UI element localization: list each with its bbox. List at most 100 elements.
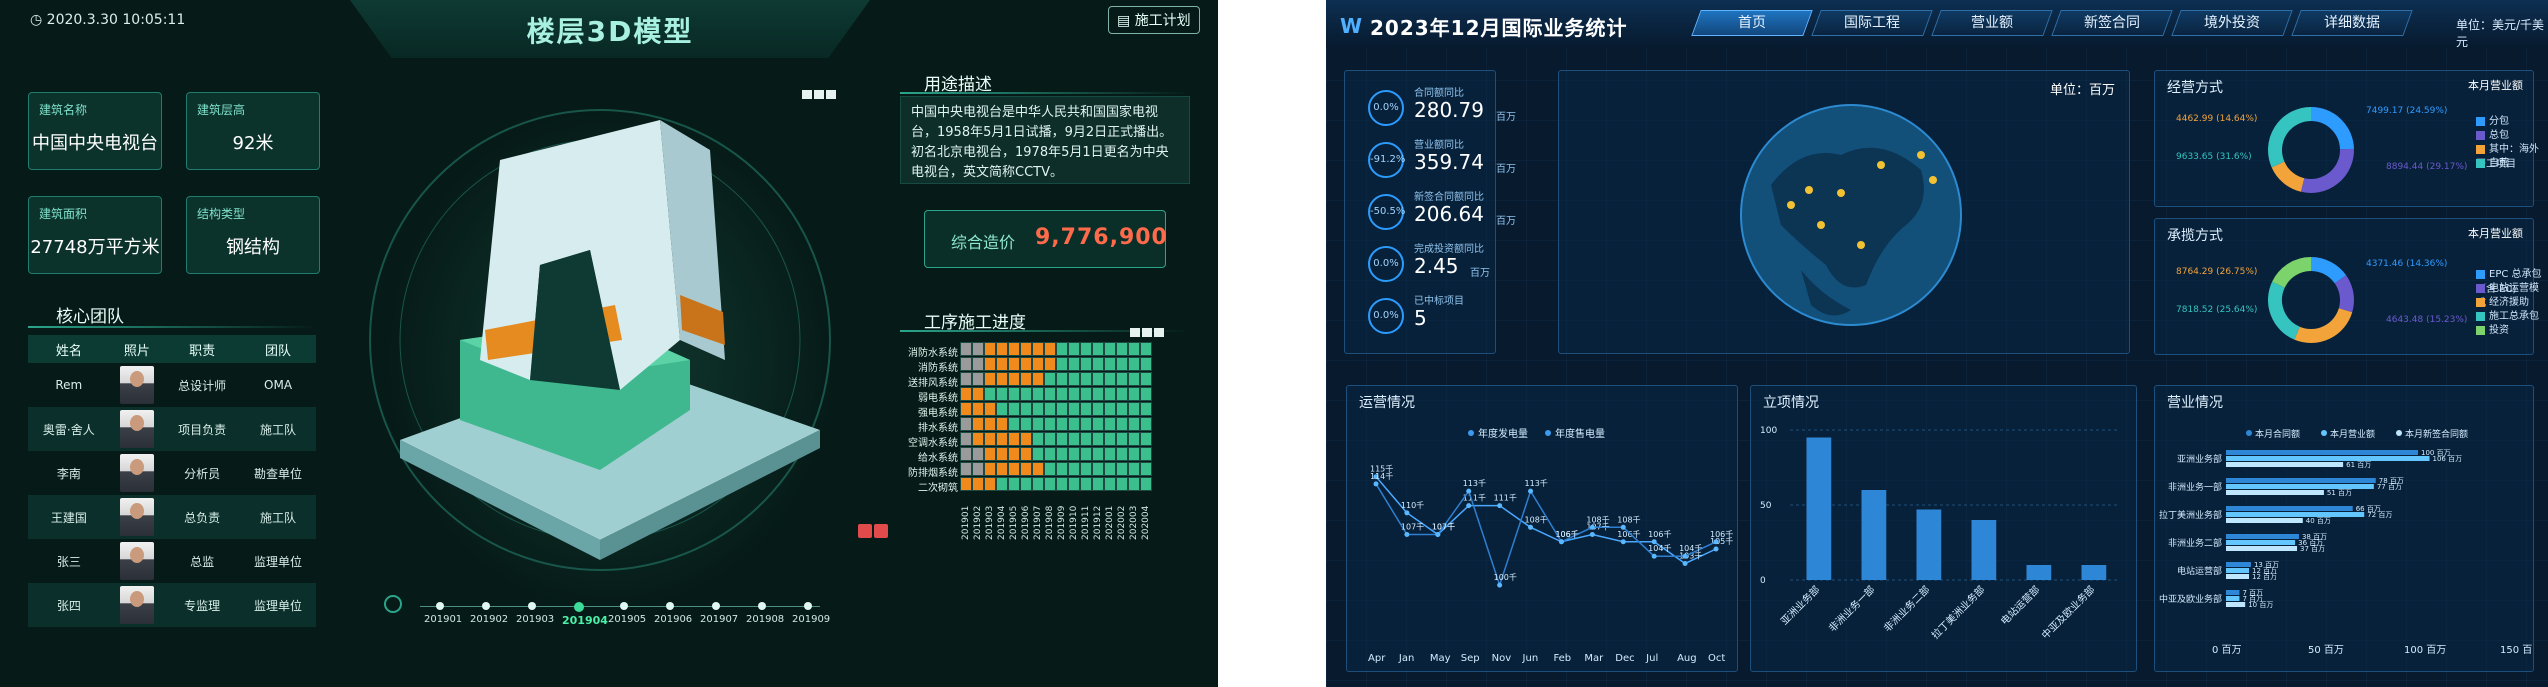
gantt-cell (996, 417, 1008, 431)
bar (2226, 490, 2324, 495)
legend-item: 总包 (2476, 126, 2509, 141)
cell-photo (110, 451, 165, 495)
gantt-cell (1092, 447, 1104, 461)
revenue-bar-chart: 本月合同额 本月营业额 本月新签合同额亚洲业务部 100 百万 106 百万 61 百万非… (2159, 428, 2532, 656)
globe-map[interactable] (1731, 95, 1971, 335)
panel-period: 本月营业额 (2468, 79, 2523, 92)
gantt-cell (960, 417, 972, 431)
nav-intl-engineering[interactable]: 国际工程 (1811, 10, 1933, 36)
panel-title: 经营方式 (2167, 80, 2223, 96)
dashboard-title: 2023年12月国际业务统计 (1370, 16, 1628, 40)
x-tick-label: Mar (1584, 653, 1604, 664)
team-title: 核心团队 (56, 307, 124, 327)
gantt-cell (1116, 387, 1128, 401)
team-divider (28, 326, 318, 328)
nav-detail-data[interactable]: 详细数据 (2291, 10, 2413, 36)
y-tick-label: 50 (1760, 501, 1772, 511)
nav-revenue[interactable]: 营业额 (1931, 10, 2053, 36)
kpi-value: 2.45 (1414, 254, 1459, 278)
kpi-label: 完成投资额同比 (1414, 244, 1484, 255)
cell-photo (109, 583, 165, 627)
gantt-cell (1140, 462, 1152, 476)
nav-new-contracts[interactable]: 新签合同 (2051, 10, 2173, 36)
gantt-cell (1008, 357, 1020, 371)
timeline-label: 201909 (792, 614, 831, 625)
plan-button[interactable]: ▤ 施工计划 (1108, 6, 1200, 34)
data-label: 113千 (1463, 478, 1486, 488)
card-label: 结构类型 (197, 207, 246, 221)
timeline-dot[interactable] (574, 602, 584, 612)
left-dashboard: 楼层3D模型 ◷ 2020.3.30 10:05:11 ▤ 施工计划 建筑名称 … (0, 0, 1218, 687)
timeline-dot[interactable] (758, 602, 766, 610)
donut-callout: 8764.29 (26.75%) (2176, 267, 2258, 277)
gantt-cell (1056, 357, 1068, 371)
gantt-cell (1020, 447, 1032, 461)
gantt-cell (1080, 447, 1092, 461)
gantt-cell (1008, 432, 1020, 446)
timeline-dot[interactable] (436, 602, 444, 610)
gantt-cell (1068, 342, 1080, 356)
timeline-dot[interactable] (620, 602, 628, 610)
legend-swatch (2476, 283, 2485, 293)
cell-team: 施工队 (240, 407, 316, 451)
gantt-cell (984, 417, 996, 431)
bar (2226, 450, 2418, 455)
timeline-dot[interactable] (712, 602, 720, 610)
gantt-row-label: 空调水系统 (908, 438, 958, 449)
gantt-cell (1044, 447, 1056, 461)
timeline-label: 201908 (746, 614, 785, 625)
kpi-ring: -91.2% (1368, 142, 1405, 178)
avatar (119, 542, 154, 580)
gantt-cell (1020, 387, 1032, 401)
card-building-area: 建筑面积 27748万平方米 (28, 196, 162, 274)
legend-swatch (2476, 269, 2485, 279)
gantt-cell (972, 357, 984, 371)
cost-label: 综合造价 (951, 233, 1016, 252)
legend-marker (1468, 430, 1474, 436)
nav-overseas-investment[interactable]: 境外投资 (2171, 10, 2293, 36)
donut-slice (2268, 281, 2301, 340)
legend-swatch (2476, 130, 2485, 140)
data-point (1404, 510, 1410, 516)
play-button[interactable] (384, 595, 402, 613)
gantt-cell (1008, 477, 1020, 491)
timeline-dot[interactable] (804, 602, 812, 610)
gantt-row-label: 给水系统 (918, 453, 958, 464)
alert-icon[interactable] (874, 524, 888, 538)
data-point (1589, 524, 1595, 530)
data-label: 111千 (1494, 493, 1517, 503)
x-tick-label: Dec (1615, 653, 1634, 664)
timeline-dot[interactable] (528, 602, 536, 610)
x-tick-label: Aug (1677, 653, 1697, 664)
gantt-row-label: 消防水系统 (908, 348, 958, 359)
y-tick-label: 非洲业务二部 (2168, 537, 2222, 549)
timeline-dot[interactable] (482, 602, 490, 610)
data-label: 106千 (1648, 529, 1671, 539)
data-label: 12 百万 (2252, 573, 2277, 581)
panel-title: 承揽方式 (2167, 228, 2223, 244)
x-tick-label: 50 百万 (2308, 644, 2344, 656)
window-controls[interactable] (802, 84, 846, 99)
gantt-cell (972, 432, 984, 446)
avatar (119, 586, 154, 624)
nav-home[interactable]: 首页 (1691, 10, 1813, 36)
datetime: ◷ 2020.3.30 10:05:11 (30, 12, 186, 28)
clock-icon: ◷ (30, 12, 47, 28)
donut-slice (2310, 107, 2354, 150)
x-tick-label: Jul (1645, 653, 1658, 664)
building-3d-model[interactable] (360, 90, 860, 610)
progress-controls[interactable] (1130, 322, 1174, 337)
gantt-cell (1044, 402, 1056, 416)
gantt-cell (1080, 432, 1092, 446)
data-point (1528, 488, 1534, 494)
gantt-cell (960, 402, 972, 416)
gantt-cell (996, 402, 1008, 416)
gantt-cell (960, 447, 972, 461)
flag-icon[interactable] (858, 524, 872, 538)
gantt-cell (1104, 402, 1116, 416)
timeline-dot[interactable] (666, 602, 674, 610)
gantt-cell (996, 357, 1008, 371)
bar (2226, 478, 2376, 483)
donut-slice (2271, 161, 2305, 192)
data-label: 108千 (1617, 514, 1640, 524)
